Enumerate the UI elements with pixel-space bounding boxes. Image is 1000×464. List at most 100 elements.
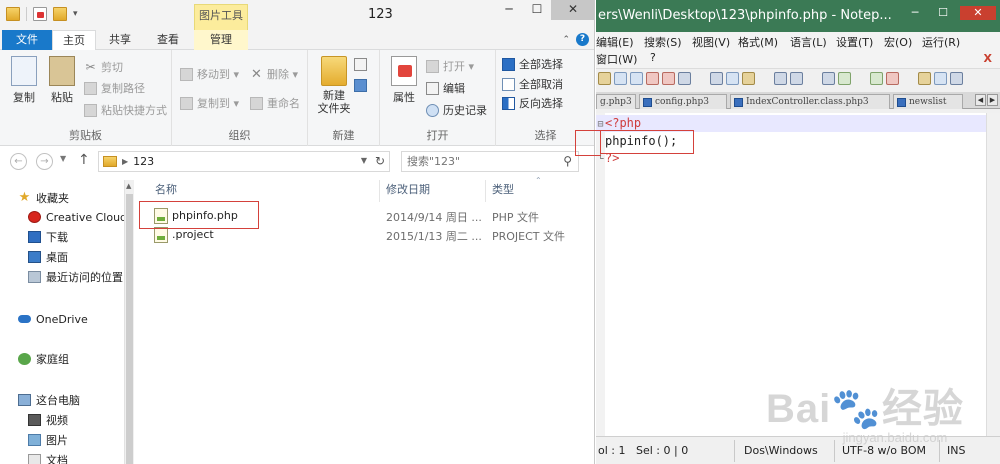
word-wrap-icon[interactable] (934, 72, 947, 85)
code-line-1[interactable]: ⊟<?php (596, 115, 1000, 132)
document-tab[interactable]: IndexController.class.php3 (730, 94, 890, 109)
minimize-button[interactable]: ─ (904, 6, 926, 20)
close-button[interactable]: ✕ (551, 0, 594, 20)
open-file-icon[interactable] (598, 72, 611, 85)
refresh-icon[interactable]: ↻ (375, 154, 385, 168)
save-all-icon[interactable] (630, 72, 643, 85)
nav-item-downloads[interactable]: 下载 (28, 228, 68, 246)
chevron-right-icon[interactable]: ▶ (122, 157, 128, 166)
nav-item-creative-cloud[interactable]: Creative Cloud (28, 208, 127, 226)
back-button[interactable]: ← (10, 153, 27, 170)
nav-item-onedrive[interactable]: OneDrive (18, 310, 88, 328)
menu-search[interactable]: 搜索(S) (644, 34, 682, 50)
nav-item-favorites[interactable]: ★ 收藏夹 (18, 189, 69, 207)
code-line-2[interactable]: │phpinfo(); (596, 133, 1000, 150)
code-line-3[interactable]: └?> (596, 150, 1000, 167)
menu-edit[interactable]: 编辑(E) (596, 34, 634, 50)
menu-run[interactable]: 运行(R) (922, 34, 960, 50)
nav-item-pictures[interactable]: 图片 (28, 431, 68, 449)
easy-access-button[interactable] (354, 76, 367, 94)
new-folder-icon[interactable] (53, 7, 67, 21)
nav-item-documents[interactable]: 文档 (28, 451, 68, 464)
search-box[interactable]: ⚲ (401, 151, 579, 172)
new-item-button[interactable] (354, 55, 367, 73)
forward-button[interactable]: → (36, 153, 53, 170)
minimize-button[interactable]: ─ (495, 0, 523, 20)
scrollbar-thumb[interactable] (126, 194, 133, 464)
column-divider[interactable] (379, 180, 380, 202)
nav-item-this-pc[interactable]: 这台电脑 (18, 391, 80, 409)
vertical-scrollbar[interactable] (986, 113, 1000, 436)
file-name[interactable]: .project (172, 228, 214, 241)
recent-locations-dropdown[interactable]: ▼ (60, 154, 66, 163)
tab-share[interactable]: 共享 (98, 30, 142, 50)
scroll-up-arrow[interactable]: ▲ (126, 182, 131, 190)
document-tab[interactable]: g.php3 (596, 94, 636, 109)
invert-selection-button[interactable]: 反向选择 (502, 94, 563, 112)
sync-scroll-icon[interactable] (918, 72, 931, 85)
tab-scroll-right-button[interactable]: ▶ (987, 94, 998, 106)
column-header-name[interactable]: 名称 (155, 180, 177, 202)
edit-button[interactable]: 编辑 (426, 79, 465, 97)
collapse-ribbon-icon[interactable]: ⌃ (562, 35, 570, 45)
zoom-out-icon[interactable] (886, 72, 899, 85)
document-tab[interactable]: config.php3 (639, 94, 727, 109)
close-file-icon[interactable] (646, 72, 659, 85)
move-to-button[interactable]: 移动到 ▾ (180, 65, 239, 83)
tab-view[interactable]: 查看 (144, 30, 192, 50)
address-path[interactable]: 123 (133, 155, 154, 168)
redo-icon[interactable] (790, 72, 803, 85)
properties-button[interactable]: 属性 (384, 56, 424, 105)
close-button[interactable]: ✕ (960, 6, 996, 20)
cut-button[interactable]: ✂ 剪切 (84, 58, 123, 76)
zoom-in-icon[interactable] (870, 72, 883, 85)
column-header-type[interactable]: 类型 (492, 180, 514, 202)
chevron-down-icon[interactable]: ▼ (361, 156, 367, 165)
up-arrow-icon[interactable]: ↑ (78, 152, 90, 168)
tab-scroll-left-button[interactable]: ◀ (975, 94, 986, 106)
column-header-modified[interactable]: 修改日期 (386, 180, 430, 202)
nav-item-videos[interactable]: 视频 (28, 411, 68, 429)
copy-button[interactable]: 复制 (4, 56, 44, 105)
tab-manage[interactable]: 管理 (194, 30, 248, 50)
save-icon[interactable] (614, 72, 627, 85)
tab-file[interactable]: 文件 (2, 30, 52, 50)
table-row[interactable]: .project 2015/1/13 周二 ... PROJECT 文件 (135, 226, 594, 245)
menu-settings[interactable]: 设置(T) (836, 34, 873, 50)
code-editor[interactable]: ⊟<?php │phpinfo(); └?> (596, 113, 1000, 436)
quick-access-dropdown[interactable]: ▾ (73, 9, 78, 19)
menu-view[interactable]: 视图(V) (692, 34, 730, 50)
menu-macro[interactable]: 宏(O) (884, 34, 912, 50)
nav-item-homegroup[interactable]: 家庭组 (18, 350, 69, 368)
tab-home[interactable]: 主页 (52, 30, 96, 51)
paste-shortcut-button[interactable]: 粘贴快捷方式 (84, 101, 167, 119)
copy-icon[interactable] (726, 72, 739, 85)
document-tab[interactable]: newslist (893, 94, 963, 109)
open-button[interactable]: 打开 ▾ (426, 57, 474, 75)
find-icon[interactable] (822, 72, 835, 85)
copy-path-button[interactable]: 复制路径 (84, 79, 145, 97)
file-name[interactable]: phpinfo.php (172, 209, 238, 222)
properties-icon[interactable] (33, 7, 47, 21)
show-all-chars-icon[interactable] (950, 72, 963, 85)
select-all-button[interactable]: 全部选择 (502, 55, 563, 73)
nav-item-desktop[interactable]: 桌面 (28, 248, 68, 266)
history-button[interactable]: 历史记录 (426, 101, 487, 119)
new-folder-button[interactable]: 新建 文件夹 (312, 56, 356, 115)
column-divider[interactable] (485, 180, 486, 202)
search-input[interactable] (402, 152, 552, 171)
search-icon[interactable]: ⚲ (563, 154, 572, 168)
nav-item-recent-places[interactable]: 最近访问的位置 (28, 268, 123, 286)
table-row[interactable]: phpinfo.php 2014/9/14 周日 ... PHP 文件 (135, 207, 594, 226)
menu-language[interactable]: 语言(L) (790, 34, 827, 50)
rename-button[interactable]: 重命名 (250, 94, 300, 112)
print-icon[interactable] (678, 72, 691, 85)
menu-format[interactable]: 格式(M) (738, 34, 778, 50)
help-icon[interactable]: ? (576, 33, 589, 46)
select-none-button[interactable]: 全部取消 (502, 75, 563, 93)
maximize-button[interactable]: ☐ (523, 0, 551, 20)
paste-icon[interactable] (742, 72, 755, 85)
delete-button[interactable]: ✕ 删除 ▾ (250, 65, 298, 83)
cut-icon[interactable] (710, 72, 723, 85)
menu-help[interactable]: ? (650, 51, 656, 64)
